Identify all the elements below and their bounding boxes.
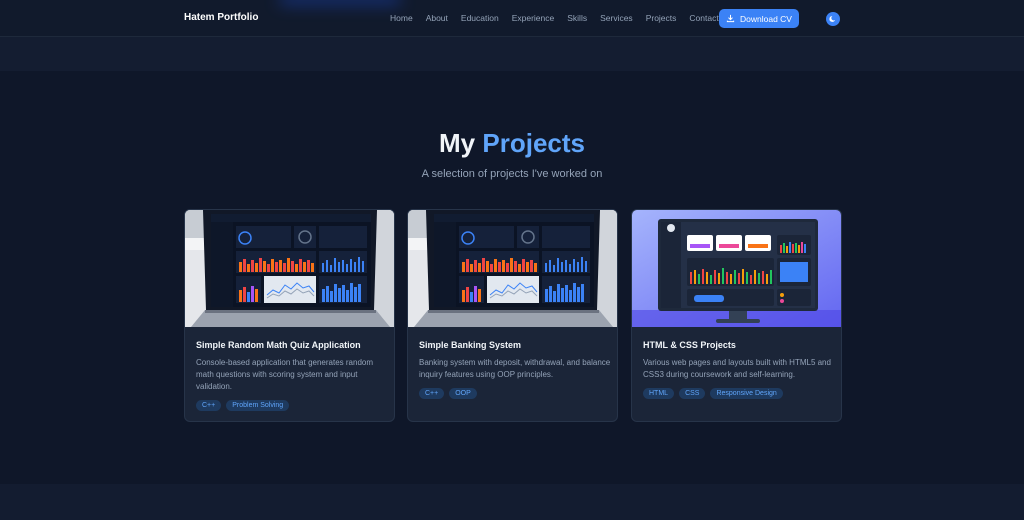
- monitor-dashboard-image: [632, 210, 841, 327]
- nav-link-projects[interactable]: Projects: [646, 13, 677, 23]
- section-title-accent: Projects: [482, 128, 585, 158]
- brand-logo[interactable]: Hatem Portfolio: [184, 12, 258, 23]
- theme-toggle-button[interactable]: [826, 12, 840, 26]
- project-card-math-quiz[interactable]: Simple Random Math Quiz Application Cons…: [184, 209, 395, 422]
- nav-link-education[interactable]: Education: [461, 13, 499, 23]
- project-card-html-css[interactable]: HTML & CSS Projects Various web pages an…: [631, 209, 842, 422]
- nav-link-services[interactable]: Services: [600, 13, 633, 23]
- navbar: Hatem Portfolio Home About Education Exp…: [0, 0, 1024, 37]
- project-image: [632, 210, 841, 327]
- download-cv-button[interactable]: Download CV: [719, 9, 799, 28]
- project-card-banking-system[interactable]: Simple Banking System Banking system wit…: [407, 209, 618, 422]
- tag-oop: OOP: [449, 388, 477, 399]
- laptop-dashboard-image: [408, 210, 617, 327]
- project-image: [408, 210, 617, 327]
- nav-link-skills[interactable]: Skills: [567, 13, 587, 23]
- tag-html: HTML: [643, 388, 675, 399]
- tag-problem-solving: Problem Solving: [226, 400, 290, 411]
- navbar-glow: [280, 0, 400, 4]
- footer-band: [0, 484, 1024, 520]
- nav-links: Home About Education Experience Skills S…: [390, 13, 732, 23]
- header-band: [0, 37, 1024, 71]
- project-description: Banking system with deposit, withdrawal,…: [419, 358, 611, 379]
- project-description: Various web pages and layouts built with…: [643, 358, 831, 379]
- download-icon: [726, 14, 735, 23]
- tag-cpp: C++: [419, 388, 445, 399]
- project-title: Simple Random Math Quiz Application: [196, 340, 361, 350]
- tag-cpp: C++: [196, 400, 222, 411]
- project-tags: HTML CSS Responsive Design: [643, 388, 788, 399]
- project-title: HTML & CSS Projects: [643, 340, 736, 350]
- tag-responsive-design: Responsive Design: [710, 388, 783, 399]
- nav-link-experience[interactable]: Experience: [512, 13, 555, 23]
- laptop-dashboard-image: [185, 210, 394, 327]
- tag-css: CSS: [679, 388, 706, 399]
- nav-link-contact[interactable]: Contact: [689, 13, 718, 23]
- project-tags: C++ Problem Solving: [196, 400, 294, 411]
- section-subtitle: A selection of projects I've worked on: [421, 168, 603, 180]
- nav-link-about[interactable]: About: [426, 13, 448, 23]
- project-image: [185, 210, 394, 327]
- nav-link-home[interactable]: Home: [390, 13, 413, 23]
- project-description: Console-based application that generates…: [196, 358, 374, 391]
- section-title-plain: My: [439, 128, 476, 158]
- theme-toggle-icon: [829, 16, 835, 22]
- project-tags: C++ OOP: [419, 388, 482, 399]
- project-title: Simple Banking System: [419, 340, 522, 350]
- download-cv-label: Download CV: [740, 13, 792, 24]
- section-title: My Projects: [0, 128, 1024, 159]
